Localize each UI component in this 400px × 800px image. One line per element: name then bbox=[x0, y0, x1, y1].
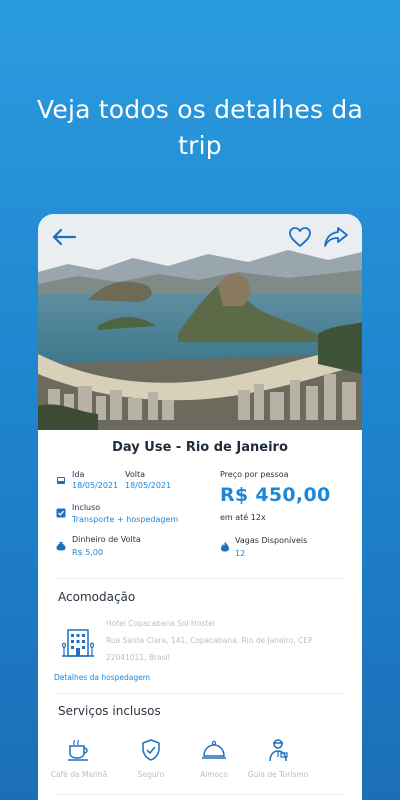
service-item: Café da Manhã bbox=[39, 736, 119, 779]
bus-icon bbox=[57, 477, 65, 484]
hotel-address-line-2: 22041011, Brasil bbox=[106, 653, 170, 662]
heart-icon bbox=[289, 227, 311, 247]
ida-date: 18/05/2021 bbox=[72, 481, 119, 490]
volta-label: Volta bbox=[125, 470, 146, 479]
share-button[interactable] bbox=[322, 224, 350, 250]
dinheiro-label: Dinheiro de Volta bbox=[72, 535, 141, 544]
price-value: R$ 450,00 bbox=[220, 484, 331, 506]
volta-date: 18/05/2021 bbox=[125, 481, 172, 490]
share-arrow-icon bbox=[324, 227, 348, 247]
servicos-title: Serviços inclusos bbox=[58, 704, 161, 718]
service-label: Guia de Turismo bbox=[247, 770, 309, 779]
dinheiro-value: R$ 5,00 bbox=[72, 548, 104, 557]
phone-screen: Day Use - Rio de Janeiro Ida 18/05/2021 … bbox=[38, 214, 362, 800]
hotel-address-line-1: Rua Santa Clara, 141, Copacabana, Rio de… bbox=[106, 636, 313, 645]
incluso-value: Transporte + hospedagem bbox=[72, 515, 179, 524]
service-label: Café da Manhã bbox=[50, 770, 108, 779]
food-cloche-icon bbox=[202, 740, 226, 759]
back-button[interactable] bbox=[50, 224, 78, 250]
divider bbox=[54, 693, 346, 694]
trip-title: Day Use - Rio de Janeiro bbox=[112, 440, 288, 455]
favorite-button[interactable] bbox=[286, 224, 314, 250]
headline: Veja todos os detalhes da trip bbox=[0, 92, 400, 164]
installments-text: em até 12x bbox=[220, 513, 266, 522]
hotel-name: Hotel Copacabana Sol Hostel bbox=[106, 619, 215, 628]
vagas-value: 12 bbox=[235, 549, 246, 558]
incluso-label: Incluso bbox=[72, 503, 101, 512]
preco-label: Preço por pessoa bbox=[220, 470, 289, 479]
service-item: Guia de Turismo bbox=[238, 736, 318, 779]
ida-label: Ida bbox=[72, 470, 85, 479]
hospedagem-details-link[interactable]: Detalhes da hospedagem bbox=[54, 673, 150, 682]
flame-icon bbox=[221, 541, 229, 552]
arrow-left-icon bbox=[52, 228, 77, 246]
acomodacao-title: Acomodação bbox=[58, 590, 136, 604]
hotel-building-icon bbox=[61, 629, 95, 657]
headline-line-1: Veja todos os detalhes da bbox=[37, 95, 363, 124]
shield-check-icon bbox=[142, 739, 160, 761]
coffee-cup-icon bbox=[68, 739, 88, 761]
money-bag-icon bbox=[56, 542, 66, 551]
hero-image bbox=[38, 214, 362, 430]
divider bbox=[54, 794, 346, 795]
tour-guide-icon bbox=[269, 739, 288, 762]
headline-line-2: trip bbox=[178, 131, 222, 160]
vagas-label: Vagas Disponíveis bbox=[235, 536, 308, 545]
checkbox-icon bbox=[56, 508, 66, 518]
divider bbox=[54, 578, 346, 579]
